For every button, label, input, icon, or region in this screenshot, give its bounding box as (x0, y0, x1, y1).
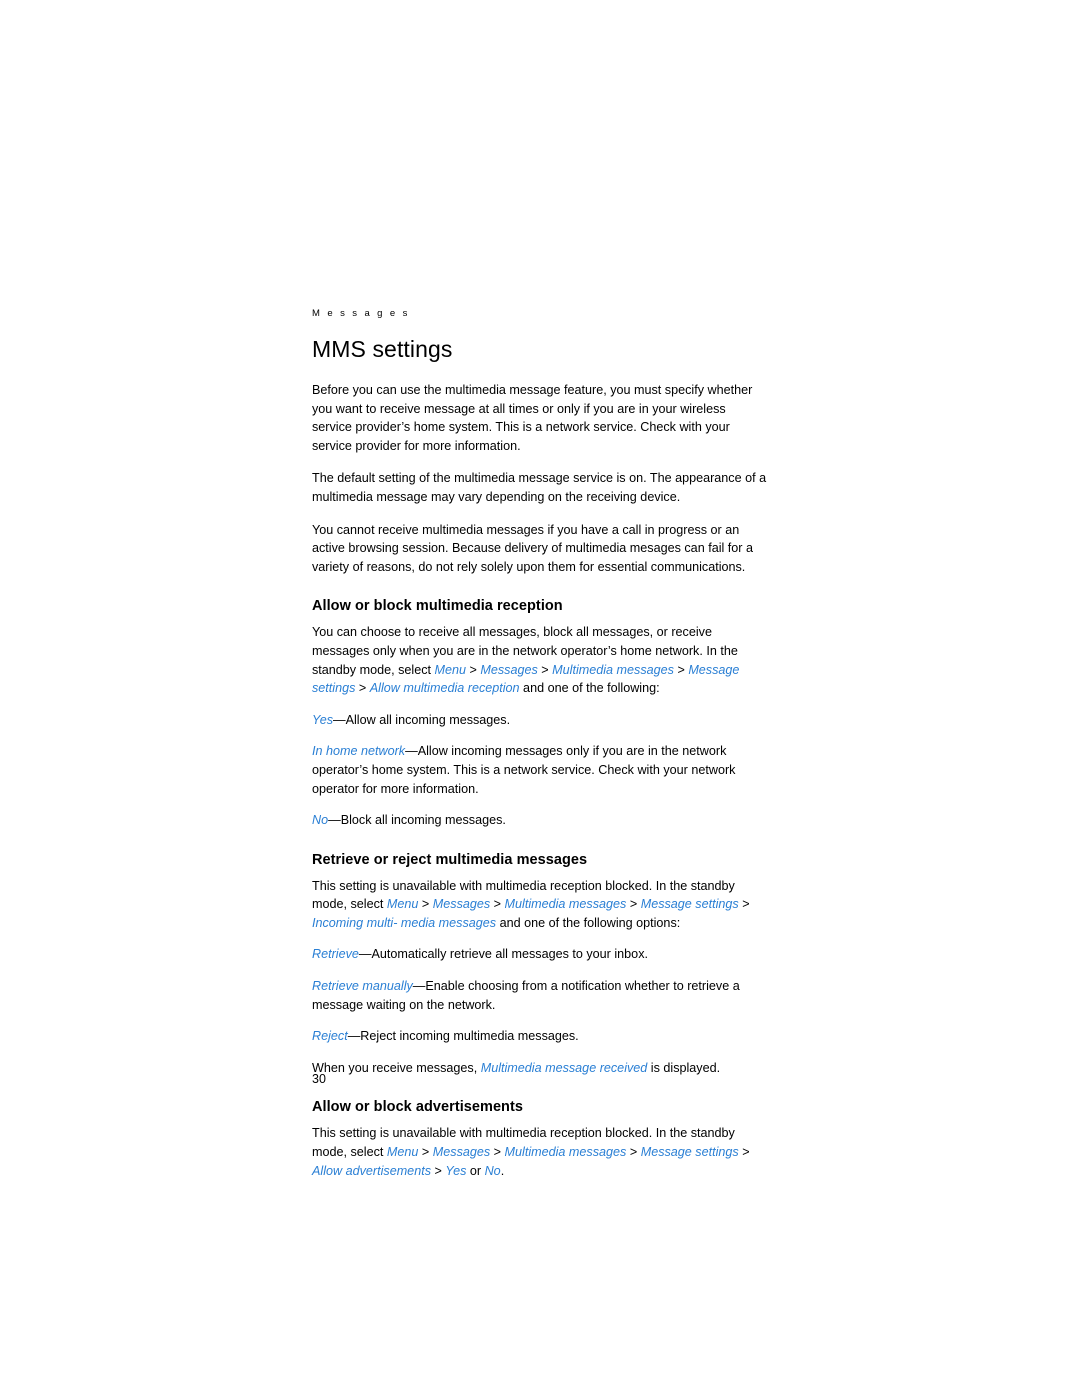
path-separator: > (418, 897, 433, 912)
option-yes: Yes—Allow all incoming messages. (312, 711, 768, 730)
running-head: M e s s a g e s (312, 308, 410, 319)
path-separator: > (738, 897, 750, 912)
section-heading-allow-or-block-multimedia-reception: Allow or block multimedia reception (312, 598, 563, 615)
option-retrieve: Retrieve—Automatically retrieve all mess… (312, 945, 768, 964)
menu-path-allow-multimedia-reception: Allow multimedia reception (369, 681, 520, 696)
menu-path-messages: Messages (480, 662, 538, 677)
menu-path-message-settings: Message settings (640, 1145, 739, 1160)
path-separator: > (490, 1145, 505, 1160)
menu-path-no: No (484, 1163, 501, 1178)
menu-path-menu: Menu (386, 1145, 419, 1160)
option-no: No—Block all incoming messages. (312, 811, 768, 830)
menu-path-menu: Menu (434, 662, 467, 677)
menu-path-menu: Menu (386, 897, 419, 912)
section-heading-allow-or-block-advertisements: Allow or block advertisements (312, 1099, 523, 1116)
option-term-reject: Reject (312, 1029, 348, 1044)
path-separator: > (673, 662, 689, 677)
option-desc-reject: —Reject incoming multimedia messages. (347, 1029, 579, 1044)
path-separator: > (418, 1145, 433, 1160)
page-title: MMS settings (312, 336, 453, 362)
option-desc-no: —Block all incoming messages. (328, 813, 506, 828)
section-2-path-tail: and one of the following options: (496, 915, 681, 930)
option-term-in-home-network: In home network (312, 744, 406, 759)
option-reject: Reject—Reject incoming multimedia messag… (312, 1027, 768, 1046)
menu-path-incoming-multimedia-messages: Incoming multi- media messages (312, 915, 497, 930)
path-separator: > (738, 1145, 750, 1160)
page-content: M e s s a g e s MMS settings Before you … (312, 308, 768, 1193)
menu-path-multimedia-messages: Multimedia messages (504, 897, 627, 912)
option-desc-retrieve: —Automatically retrieve all messages to … (358, 947, 648, 962)
option-term-no: No (312, 813, 329, 828)
page-number: 30 (312, 1072, 326, 1086)
intro-paragraph-3: You cannot receive multimedia messages i… (312, 522, 753, 574)
option-term-retrieve: Retrieve (312, 947, 359, 962)
note-multimedia-message-received: When you receive messages, Multimedia me… (312, 1059, 768, 1078)
note-lead: When you receive messages, (312, 1060, 481, 1075)
note-ui-string: Multimedia message received (480, 1060, 648, 1075)
option-term-yes: Yes (312, 712, 334, 727)
option-desc-yes: —Allow all incoming messages. (333, 712, 511, 727)
intro-paragraph-2: The default setting of the multimedia me… (312, 471, 767, 504)
section-1-path-paragraph: You can choose to receive all messages, … (312, 623, 768, 697)
menu-path-multimedia-messages: Multimedia messages (504, 1145, 627, 1160)
path-separator: > (626, 1145, 641, 1160)
path-separator: > (490, 897, 505, 912)
path-separator: > (431, 1163, 446, 1178)
menu-path-multimedia-messages: Multimedia messages (552, 662, 674, 677)
section-heading-retrieve-or-reject-multimedia-messages: Retrieve or reject multimedia messages (312, 851, 588, 868)
path-separator: > (466, 662, 481, 677)
path-separator: > (355, 681, 370, 696)
path-period: . (500, 1163, 505, 1178)
section-1-path-tail: and one of the following: (519, 681, 660, 696)
path-separator: > (537, 662, 553, 677)
menu-path-messages: Messages (432, 1145, 491, 1160)
section-2-path-paragraph: This setting is unavailable with multime… (312, 877, 768, 933)
menu-path-message-settings: Message settings (640, 897, 739, 912)
intro-paragraph-1: Before you can use the multimedia messag… (312, 383, 753, 453)
menu-path-allow-advertisements: Allow advertisements (312, 1163, 431, 1178)
menu-path-yes: Yes (445, 1163, 467, 1178)
document-page: M e s s a g e s MMS settings Before you … (0, 0, 1080, 1397)
section-3-path-paragraph: This setting is unavailable with multime… (312, 1124, 768, 1180)
menu-path-messages: Messages (432, 897, 491, 912)
option-term-retrieve-manually: Retrieve manually (312, 979, 413, 994)
path-or: or (466, 1163, 485, 1178)
option-in-home-network: In home network—Allow incoming messages … (312, 742, 768, 798)
option-retrieve-manually: Retrieve manually—Enable choosing from a… (312, 977, 768, 1014)
path-separator: > (626, 897, 641, 912)
note-tail: is displayed. (647, 1060, 721, 1075)
